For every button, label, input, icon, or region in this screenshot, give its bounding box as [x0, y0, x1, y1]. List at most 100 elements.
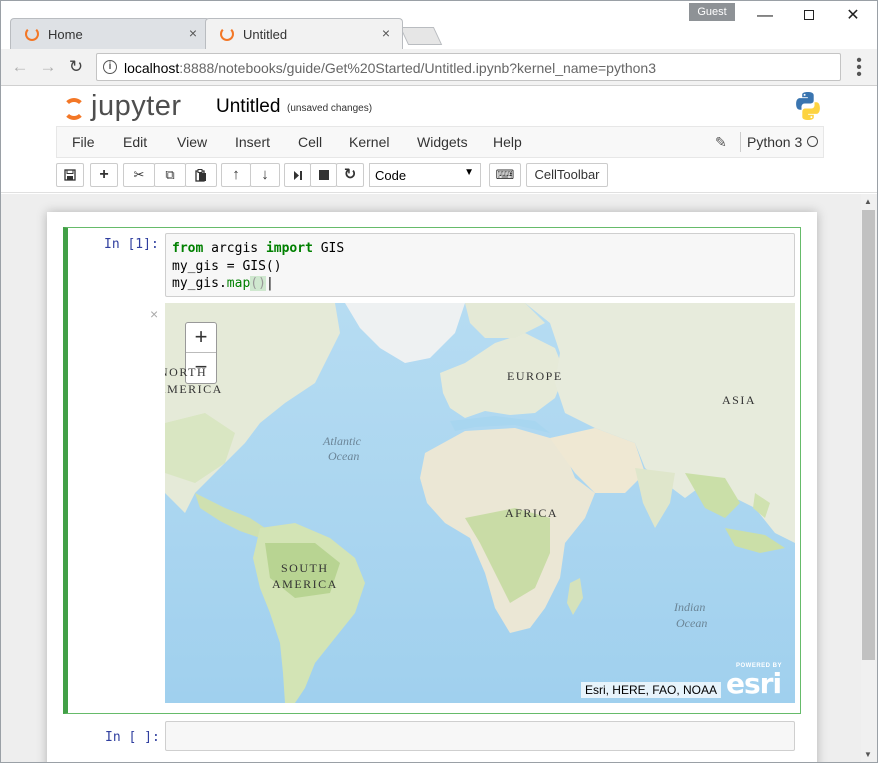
esri-brand: esri [726, 667, 782, 700]
autosave-status: (unsaved changes) [287, 103, 373, 114]
code-text: GIS [312, 241, 345, 256]
map-label-asia: ASIA [722, 393, 757, 407]
page-scrollbar[interactable]: ▲ ▼ [861, 194, 877, 762]
tab-home[interactable]: Home × [10, 18, 210, 49]
map-label-north-america: NORTH [165, 365, 208, 379]
browser-window: Home × Untitled × Guest — ✕ ← → ↻ i loca… [0, 0, 878, 763]
code-text: arcgis [203, 241, 266, 256]
save-icon [64, 169, 76, 181]
map-label-europe: EUROPE [507, 369, 563, 383]
jupyter-logo-icon [63, 98, 85, 120]
menu-edit[interactable]: Edit [123, 134, 147, 150]
menu-cell[interactable]: Cell [298, 134, 322, 150]
code-text: my_gis. [172, 276, 227, 291]
menu-view[interactable]: View [177, 134, 207, 150]
cell-type-select[interactable]: Code ▼ [369, 163, 481, 187]
tab-title: Home [48, 27, 83, 42]
map-label-atlantic: Ocean [328, 449, 360, 463]
chevron-down-icon: ▼ [464, 167, 474, 178]
divider [740, 132, 741, 152]
code-keyword: import [265, 241, 313, 256]
close-tab-icon[interactable]: × [382, 25, 390, 41]
pencil-icon[interactable]: ✎ [715, 134, 727, 151]
code-keyword: from [172, 241, 204, 256]
notebook-container: In [1]: from arcgis import GIS my_gis = … [47, 212, 817, 762]
menu-kernel[interactable]: Kernel [349, 134, 389, 150]
back-button[interactable]: ← [9, 56, 31, 78]
scroll-up-icon[interactable]: ▲ [864, 197, 872, 206]
move-up-button[interactable]: ↑ [221, 163, 251, 187]
title-bar: Home × Untitled × Guest — ✕ [1, 1, 877, 49]
map-label-indian: Indian [674, 600, 706, 614]
cell-prompt: In [1]: [104, 237, 159, 252]
url-path: :8888/notebooks/guide/Get%20Started/Unti… [179, 60, 656, 76]
esri-logo[interactable]: POWERED BY esri [726, 663, 788, 700]
zoom-in-button[interactable]: + [186, 323, 216, 353]
url-text[interactable]: localhost:8888/notebooks/guide/Get%20Sta… [124, 60, 656, 76]
minimize-button[interactable]: — [745, 5, 785, 27]
map-label-south-america: AMERICA [272, 577, 338, 591]
map-label-south-america: SOUTH [281, 561, 329, 575]
menu-insert[interactable]: Insert [235, 134, 270, 150]
code-input[interactable]: from arcgis import GIS my_gis = GIS() my… [165, 233, 795, 297]
cell-type-value: Code [375, 168, 407, 183]
jupyter-header: jupyter Untitled (unsaved changes) File … [1, 87, 877, 193]
forward-button[interactable]: → [37, 56, 59, 78]
jupyter-logo-text: jupyter [91, 90, 182, 122]
move-down-button[interactable]: ↓ [250, 163, 280, 187]
insert-cell-button[interactable]: + [90, 163, 118, 187]
tab-untitled[interactable]: Untitled × [205, 18, 403, 49]
close-tab-icon[interactable]: × [189, 25, 197, 41]
paste-icon [195, 169, 206, 182]
notebook-area: In [1]: from arcgis import GIS my_gis = … [1, 194, 861, 762]
notebook-name[interactable]: Untitled [216, 96, 280, 118]
reload-button[interactable]: ↻ [65, 56, 87, 78]
world-map-icon [165, 303, 795, 703]
kernel-status-icon [807, 136, 818, 147]
map-attribution: Esri, HERE, FAO, NOAA [580, 682, 721, 698]
restart-button[interactable]: ↻ [336, 163, 364, 187]
menu-file[interactable]: File [72, 134, 95, 150]
menu-widgets[interactable]: Widgets [417, 134, 468, 150]
browser-menu-icon[interactable]: • • • [851, 53, 867, 83]
address-bar[interactable]: i localhost:8888/notebooks/guide/Get%20S… [96, 53, 841, 81]
maximize-icon [804, 10, 814, 20]
scrollbar-thumb[interactable] [862, 210, 875, 660]
jupyter-favicon-icon [220, 27, 234, 41]
url-host: localhost [124, 60, 180, 76]
browser-toolbar: ← → ↻ i localhost:8888/notebooks/guide/G… [1, 49, 877, 86]
paste-button[interactable] [185, 163, 217, 187]
scroll-down-icon[interactable]: ▼ [864, 750, 872, 759]
code-function: map [226, 276, 251, 291]
close-output-icon[interactable]: × [150, 306, 158, 322]
stop-icon [318, 170, 329, 180]
map-label-north-america: AMERICA [165, 382, 223, 396]
new-tab-button[interactable] [399, 27, 443, 45]
code-input-empty[interactable] [165, 721, 795, 751]
interrupt-button[interactable] [310, 163, 337, 187]
jupyter-menubar: File Edit View Insert Cell Kernel Widget… [56, 126, 824, 158]
python-logo-icon [796, 92, 820, 120]
celltoolbar-button[interactable]: CellToolbar [526, 163, 608, 187]
code-paren: () [250, 276, 266, 291]
info-icon[interactable]: i [103, 60, 117, 74]
map-widget[interactable]: + − NORTH AMERICA EUROPE ASIA AFRICA SOU… [165, 303, 795, 703]
guest-profile-badge[interactable]: Guest [689, 3, 735, 21]
cell-prompt: In [ ]: [105, 730, 160, 745]
run-icon [293, 171, 302, 180]
code-cell-selected[interactable]: In [1]: from arcgis import GIS my_gis = … [63, 227, 801, 714]
run-button[interactable] [284, 163, 311, 187]
cut-button[interactable]: ✂ [123, 163, 155, 187]
menu-help[interactable]: Help [493, 134, 522, 150]
maximize-button[interactable] [789, 5, 829, 27]
map-label-africa: AFRICA [505, 506, 559, 520]
command-palette-button[interactable]: ⌨ [489, 163, 521, 187]
close-window-button[interactable]: ✕ [833, 5, 873, 27]
copy-button[interactable]: ⧉ [154, 163, 186, 187]
jupyter-favicon-icon [25, 27, 39, 41]
save-button[interactable] [56, 163, 84, 187]
map-label-atlantic: Atlantic [323, 434, 361, 448]
kernel-name: Python 3 [747, 134, 803, 150]
tab-title: Untitled [243, 27, 288, 42]
map-label-indian: Ocean [676, 616, 708, 630]
